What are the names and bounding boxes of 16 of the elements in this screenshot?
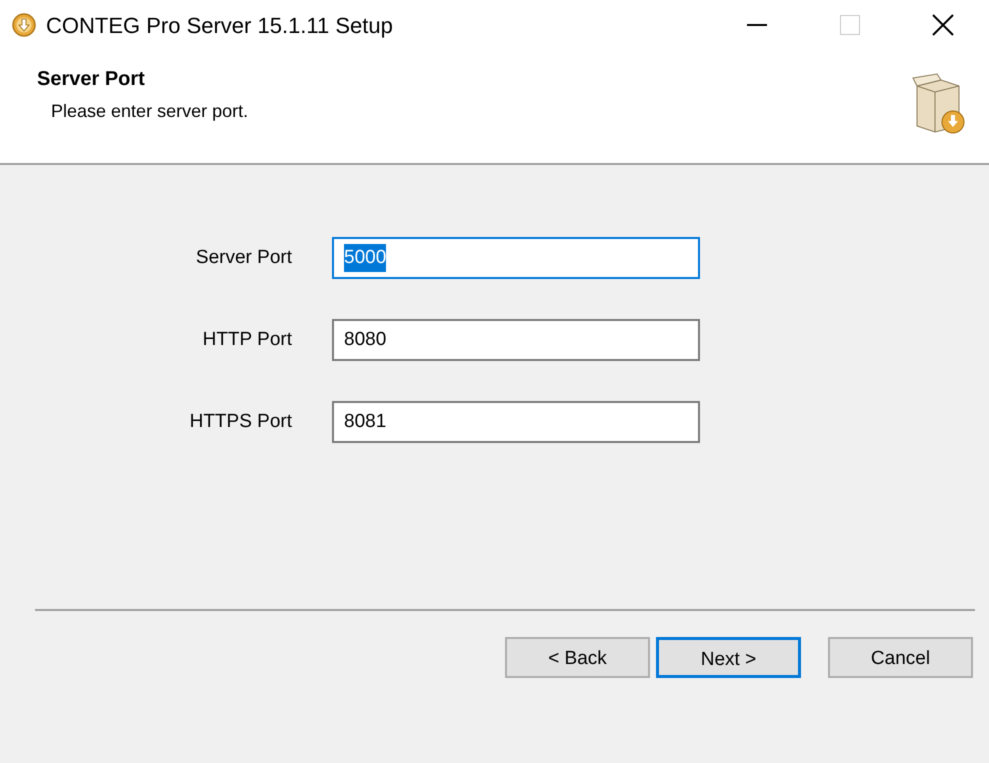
minimize-icon[interactable]: [746, 24, 766, 26]
close-icon[interactable]: [932, 14, 954, 36]
field-label: Server Port: [194, 246, 292, 270]
wizard-button[interactable]: Cancel: [828, 637, 973, 678]
wizard-button[interactable]: Next >: [656, 637, 801, 678]
page-subtitle: Please enter server port.: [51, 100, 248, 123]
field-label: HTTPS Port: [188, 410, 292, 434]
package-icon: [911, 72, 967, 136]
input-field[interactable]: 8080: [332, 319, 700, 361]
window-title: CONTEG Pro Server 15.1.11 Setup: [46, 12, 393, 40]
installer-icon: [12, 13, 36, 37]
wizard-button[interactable]: < Back: [505, 637, 650, 678]
field-label: HTTP Port: [202, 328, 292, 352]
page-title: Server Port: [37, 67, 146, 92]
input-field[interactable]: 5000: [332, 237, 700, 279]
input-field[interactable]: 8081: [332, 401, 700, 443]
